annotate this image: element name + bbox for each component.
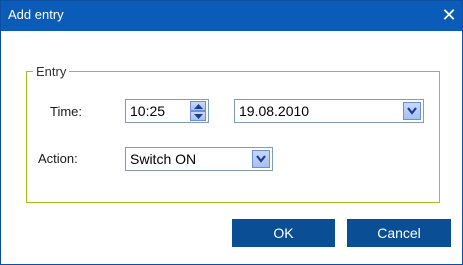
date-picker[interactable]: 19.08.2010: [234, 99, 424, 123]
add-entry-dialog: Add entry ✕ Entry Time: 10:25 19.08.2010…: [0, 0, 463, 265]
entry-group: [26, 71, 440, 203]
action-label: Action:: [38, 151, 78, 166]
time-field[interactable]: 10:25: [125, 99, 209, 123]
action-select[interactable]: Switch ON: [125, 147, 273, 171]
ok-button[interactable]: OK: [232, 219, 335, 247]
arrow-down-icon: [194, 114, 203, 119]
spin-up-button[interactable]: [190, 101, 206, 111]
action-dropdown-button[interactable]: [252, 150, 270, 168]
window-title: Add entry: [8, 7, 64, 22]
arrow-up-icon: [194, 104, 203, 109]
title-bar[interactable]: Add entry ✕: [1, 1, 462, 31]
time-value: 10:25: [130, 103, 166, 119]
chevron-down-icon: [256, 155, 266, 163]
entry-group-title: Entry: [33, 64, 70, 79]
cancel-button[interactable]: Cancel: [347, 219, 451, 247]
time-label: Time:: [50, 104, 83, 119]
date-value: 19.08.2010: [239, 103, 310, 119]
date-dropdown-button[interactable]: [403, 102, 421, 120]
close-icon[interactable]: ✕: [440, 6, 458, 26]
chevron-down-icon: [407, 107, 417, 115]
spin-down-button[interactable]: [190, 111, 206, 121]
action-value: Switch ON: [130, 151, 197, 167]
time-spinner[interactable]: [190, 101, 206, 121]
